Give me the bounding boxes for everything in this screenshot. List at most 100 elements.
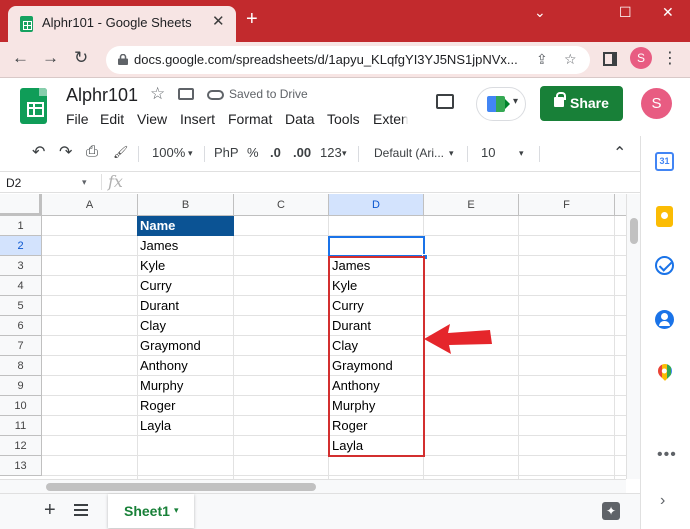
sheets-logo-icon[interactable] [20,88,47,124]
forward-arrow-icon[interactable]: → [42,48,59,68]
maps-icon[interactable] [655,361,675,381]
all-sheets-menu-icon[interactable] [74,504,88,516]
redo-icon[interactable]: ↷ [59,142,72,162]
decrease-decimal-button[interactable]: .0 [270,145,281,160]
row-header-11[interactable]: 11 [0,416,42,436]
url-omnibox[interactable]: docs.google.com/spreadsheets/d/1apyu_KLq… [106,46,590,74]
explore-icon[interactable]: ✦ [602,502,620,520]
menu-view[interactable]: View [137,111,167,127]
row-header-2[interactable]: 2 [0,236,42,256]
menu-data[interactable]: Data [285,111,315,127]
share-page-icon[interactable]: ⇪ [536,51,548,68]
column-header-b[interactable]: B [138,194,234,216]
move-folder-icon[interactable] [178,88,194,100]
more-formats-button[interactable]: 123 [320,145,342,160]
font-family-select[interactable]: Default (Ari... [374,146,444,160]
chevron-right-icon[interactable]: › [660,492,665,510]
saved-status: Saved to Drive [229,87,308,101]
row-header-7[interactable]: 7 [0,336,42,356]
vertical-scroll-thumb[interactable] [630,218,638,244]
menu-edit[interactable]: Edit [100,111,124,127]
paint-format-icon[interactable]: 🖌 [113,145,128,159]
cell-b9[interactable]: Murphy [137,376,183,396]
row-header-1[interactable]: 1 [0,216,42,236]
window-close-icon[interactable]: ✕ [662,4,674,21]
zoom-select[interactable]: 100% [152,145,185,160]
column-header-d[interactable]: D [329,194,424,216]
bookmark-star-icon[interactable]: ☆ [564,51,577,68]
document-title[interactable]: Alphr101 [66,85,138,106]
percent-format-button[interactable]: % [247,145,259,160]
row-header-4[interactable]: 4 [0,276,42,296]
cell-b10[interactable]: Roger [137,396,175,416]
row-header-5[interactable]: 5 [0,296,42,316]
tab-close-icon[interactable]: ✕ [212,12,225,30]
address-bar: ← → ↻ docs.google.com/spreadsheets/d/1ap… [0,42,690,78]
sheet-tab-sheet1[interactable]: Sheet1 ▾ [108,494,194,528]
name-box[interactable]: D2 [6,176,21,190]
browser-profile-avatar[interactable]: S [630,47,652,69]
print-icon[interactable]: ⎙ [86,143,98,160]
cell-b2[interactable]: James [137,236,178,256]
row-header-3[interactable]: 3 [0,256,42,276]
comment-history-icon[interactable] [436,94,454,109]
row-header-6[interactable]: 6 [0,316,42,336]
tasks-icon[interactable] [655,256,674,275]
cell-b11[interactable]: Layla [137,416,171,436]
back-arrow-icon[interactable]: ← [12,48,29,68]
row-header-10[interactable]: 10 [0,396,42,416]
keep-icon[interactable] [656,206,673,227]
reload-icon[interactable]: ↻ [74,48,88,68]
font-size-select[interactable]: 10 [481,145,495,160]
row-header-12[interactable]: 12 [0,436,42,456]
column-header-c[interactable]: C [234,194,329,216]
tab-title: Alphr101 - Google Sheets [42,15,192,30]
column-header-a[interactable]: A [42,194,138,216]
chevron-down-icon[interactable]: ▾ [174,505,179,516]
chevron-down-icon: ▾ [82,177,87,187]
side-panel-icon[interactable] [603,52,617,66]
cell-b4[interactable]: Curry [137,276,172,296]
add-sheet-button[interactable]: + [44,499,56,522]
maximize-icon[interactable]: ☐ [619,4,632,21]
row-header-9[interactable]: 9 [0,376,42,396]
horizontal-scroll-thumb[interactable] [46,483,316,491]
browser-tab[interactable]: Alphr101 - Google Sheets ✕ [8,6,236,42]
column-header-f[interactable]: F [519,194,615,216]
currency-format-button[interactable]: PhP [214,145,239,160]
more-addons-icon[interactable]: ••• [657,446,677,464]
sheet-tab-label: Sheet1 [124,503,170,519]
cell-b1-header[interactable]: Name [137,216,234,236]
minimize-icon[interactable]: ⌄ [534,4,546,21]
cell-b7[interactable]: Graymond [137,336,201,356]
row-header-8[interactable]: 8 [0,356,42,376]
column-header-e[interactable]: E [424,194,519,216]
select-all-corner[interactable] [0,194,42,216]
cell-b6[interactable]: Clay [137,316,166,336]
star-icon[interactable]: ☆ [150,84,165,104]
cell-b8[interactable]: Anthony [137,356,188,376]
horizontal-scrollbar[interactable] [0,479,626,493]
new-tab-button[interactable]: + [246,8,258,31]
menu-insert[interactable]: Insert [180,111,215,127]
meet-button[interactable]: ▾ [476,87,526,121]
menu-format[interactable]: Format [228,111,272,127]
increase-decimal-button[interactable]: .00 [293,145,311,160]
vertical-scrollbar[interactable] [626,194,640,479]
calendar-icon[interactable]: 31 [655,152,674,171]
active-cell-d2[interactable] [328,236,425,257]
undo-icon[interactable]: ↶ [32,142,45,162]
spreadsheet-grid[interactable]: A B C D E F 1 2 3 4 5 6 7 8 9 10 11 12 1… [0,194,626,479]
cell-b3[interactable]: Kyle [137,256,165,276]
chevron-down-icon: ▾ [342,148,347,158]
menu-tools[interactable]: Tools [327,111,360,127]
share-button[interactable]: Share [540,86,623,121]
row-header-13[interactable]: 13 [0,456,42,476]
contacts-icon[interactable] [655,310,674,329]
collapse-toolbar-icon[interactable]: ⌃ [613,143,626,163]
account-avatar[interactable]: S [641,88,672,119]
browser-menu-icon[interactable]: ⋮ [662,48,678,68]
menu-file[interactable]: File [66,111,89,127]
cell-b5[interactable]: Durant [137,296,179,316]
toolbar-divider [539,146,540,162]
